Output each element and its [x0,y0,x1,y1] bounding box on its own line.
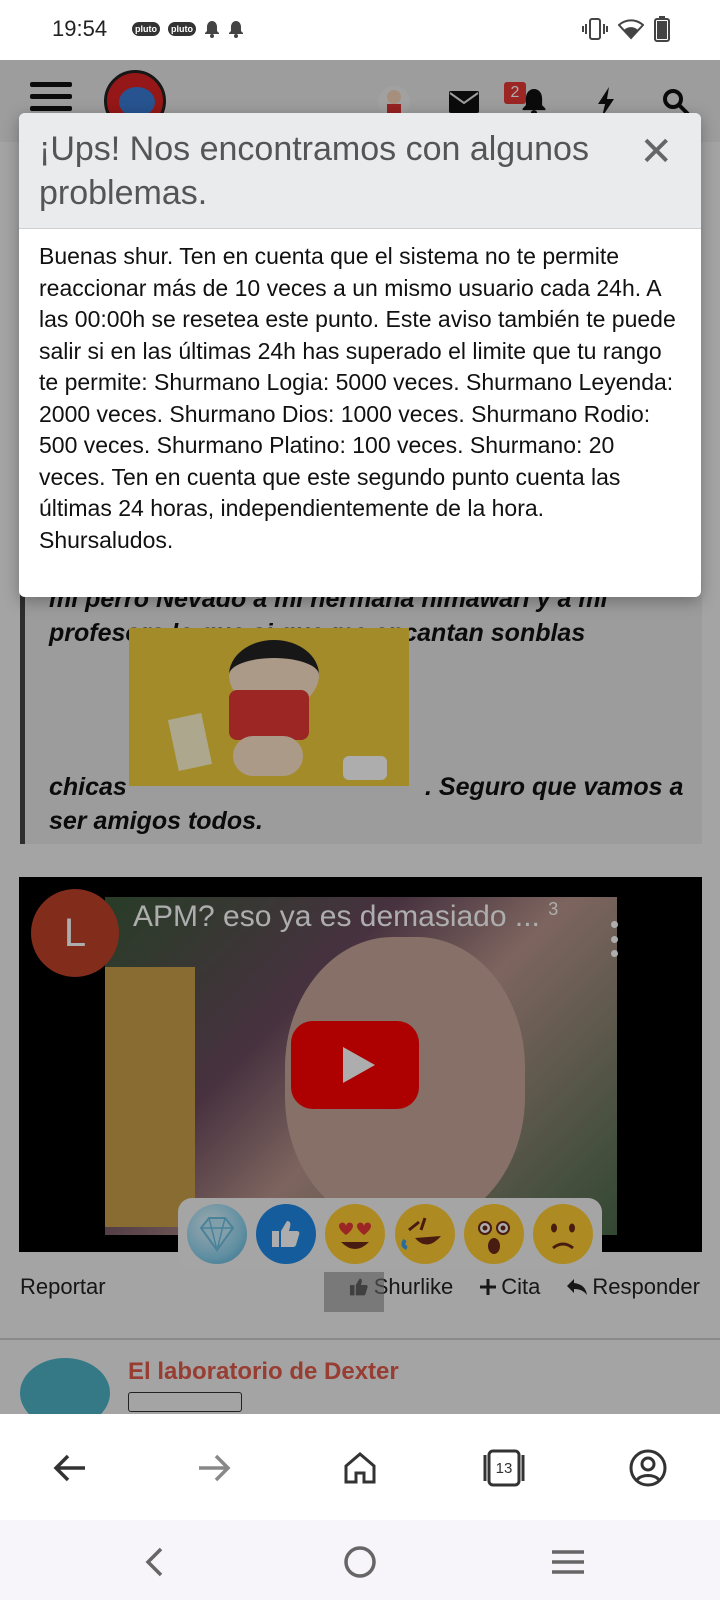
vibrate-icon [582,18,608,40]
pluto-tv-icon: pluto [132,22,160,36]
notification-icons: pluto pluto [132,20,244,38]
status-time: 19:54 [52,16,108,41]
tabs-count: 13 [495,1459,513,1477]
nav-home-icon[interactable] [340,1542,380,1582]
tabs-icon[interactable]: 13 [480,1444,528,1492]
nav-recents-icon[interactable] [548,1542,588,1582]
bell-icon [229,21,243,38]
system-nav-bar [0,1520,720,1600]
home-icon[interactable] [336,1444,384,1492]
forward-arrow-icon[interactable] [190,1444,238,1492]
modal-message: Buenas shur. Ten en cuenta que el sistem… [39,243,676,553]
close-icon[interactable]: ✕ [639,129,673,175]
modal-title: ¡Ups! Nos encontramos con algunos proble… [39,130,589,212]
battery-icon [654,16,670,42]
status-bar: 19:54 pluto pluto [0,0,720,60]
browser-toolbar: 13 [0,1414,720,1520]
modal-header: ¡Ups! Nos encontramos con algunos proble… [19,113,701,229]
wifi-icon [618,19,644,40]
bell-icon [205,21,219,38]
back-arrow-icon[interactable] [46,1444,94,1492]
pluto-tv-icon: pluto [168,22,196,36]
account-icon[interactable] [624,1444,672,1492]
error-modal: ¡Ups! Nos encontramos con algunos proble… [19,113,701,597]
nav-back-icon[interactable] [134,1542,174,1582]
